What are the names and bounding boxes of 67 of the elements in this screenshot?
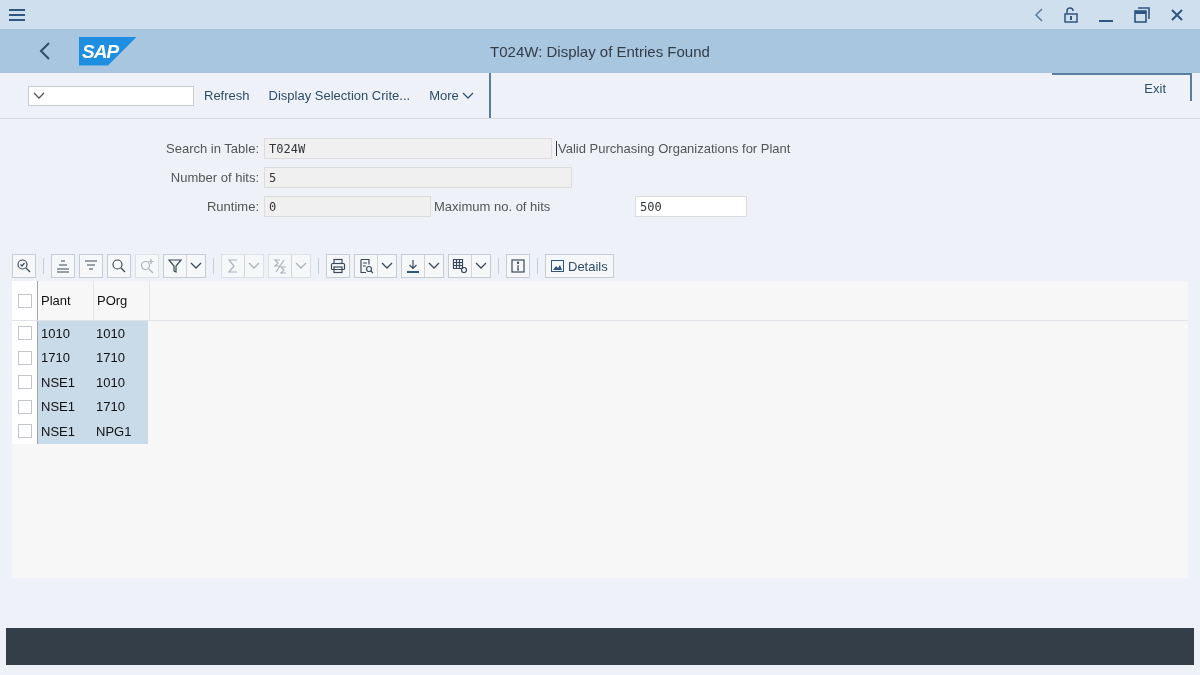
menu-button[interactable]: More xyxy=(420,84,483,107)
toolbar-button[interactable] xyxy=(107,254,131,278)
info-icon xyxy=(510,258,526,274)
search-plus-icon xyxy=(139,258,155,274)
input-field[interactable]: 500 xyxy=(635,196,747,217)
row-checkbox[interactable] xyxy=(17,424,32,439)
subtotal-icon xyxy=(272,258,288,274)
dropdown-field[interactable] xyxy=(28,85,194,106)
details-button[interactable]: Details xyxy=(545,254,614,278)
back-icon[interactable] xyxy=(39,42,51,60)
input-field[interactable]: 0 xyxy=(264,196,431,217)
caret-icon xyxy=(428,262,440,270)
caret-icon xyxy=(190,262,202,270)
table-cell: NSE1 xyxy=(37,394,93,419)
input-field[interactable]: 5 xyxy=(264,167,572,188)
download-icon xyxy=(405,258,421,274)
table-cell: NSE1 xyxy=(37,370,93,395)
row-checkbox[interactable] xyxy=(17,350,32,365)
row-checkbox[interactable] xyxy=(17,399,32,414)
chevron-left-icon[interactable] xyxy=(1034,7,1044,22)
filter-icon xyxy=(167,258,183,274)
caret-icon xyxy=(461,91,474,100)
window-title: T024W: Display of Entries Found xyxy=(490,42,710,60)
caret-icon xyxy=(248,262,260,270)
field-label: Search in Table: xyxy=(165,141,260,156)
input-field[interactable]: T024W xyxy=(264,138,552,159)
table-cell: 1010 xyxy=(93,370,148,395)
table-cell: 1710 xyxy=(93,345,148,370)
toolbar-button[interactable] xyxy=(401,254,444,278)
select-all-checkbox[interactable] xyxy=(17,293,32,308)
table-cell: 1710 xyxy=(37,345,93,370)
logo: SAP xyxy=(79,36,137,66)
search-icon xyxy=(111,258,127,274)
grid-gear-icon xyxy=(452,258,468,274)
toolbar-button[interactable] xyxy=(448,254,491,278)
restore-icon[interactable] xyxy=(1134,6,1150,23)
row-checkbox[interactable] xyxy=(17,326,32,341)
caret-icon xyxy=(295,262,307,270)
toolbar-button[interactable] xyxy=(354,254,397,278)
toolbar-button[interactable] xyxy=(326,254,350,278)
field-label: Maximum no. of hits xyxy=(434,199,552,214)
row-checkbox[interactable] xyxy=(17,375,32,390)
close-icon[interactable] xyxy=(1170,7,1184,22)
menu-icon[interactable] xyxy=(8,7,26,22)
table-description: Valid Purchasing Organizations for Plant xyxy=(556,141,791,156)
toolbar-button[interactable] xyxy=(12,254,36,278)
field-label: Runtime: xyxy=(205,199,260,214)
toolbar-button[interactable] xyxy=(163,254,206,278)
caret-icon xyxy=(381,262,393,270)
zoom-in-icon xyxy=(16,258,32,274)
padlock-icon[interactable] xyxy=(1064,6,1078,23)
document-search-icon xyxy=(358,258,374,274)
sort-ascending-icon xyxy=(55,258,71,274)
table-cell: 1010 xyxy=(37,321,93,346)
column-header[interactable]: Plant xyxy=(37,281,94,320)
caret-icon xyxy=(33,91,45,100)
table-cell: 1710 xyxy=(93,394,148,419)
caret-icon xyxy=(475,262,487,270)
toolbar-button[interactable]: Refresh xyxy=(195,84,259,107)
table-cell: 1010 xyxy=(93,321,148,346)
toolbar-button[interactable]: Display Selection Crite... xyxy=(259,84,420,107)
table-cell: NPG1 xyxy=(93,419,148,444)
table-cell: NSE1 xyxy=(37,419,93,444)
exit-button[interactable]: Exit xyxy=(1052,73,1192,101)
picture-icon xyxy=(551,260,564,272)
field-label: Number of hits: xyxy=(169,170,260,185)
printer-icon xyxy=(330,258,346,274)
